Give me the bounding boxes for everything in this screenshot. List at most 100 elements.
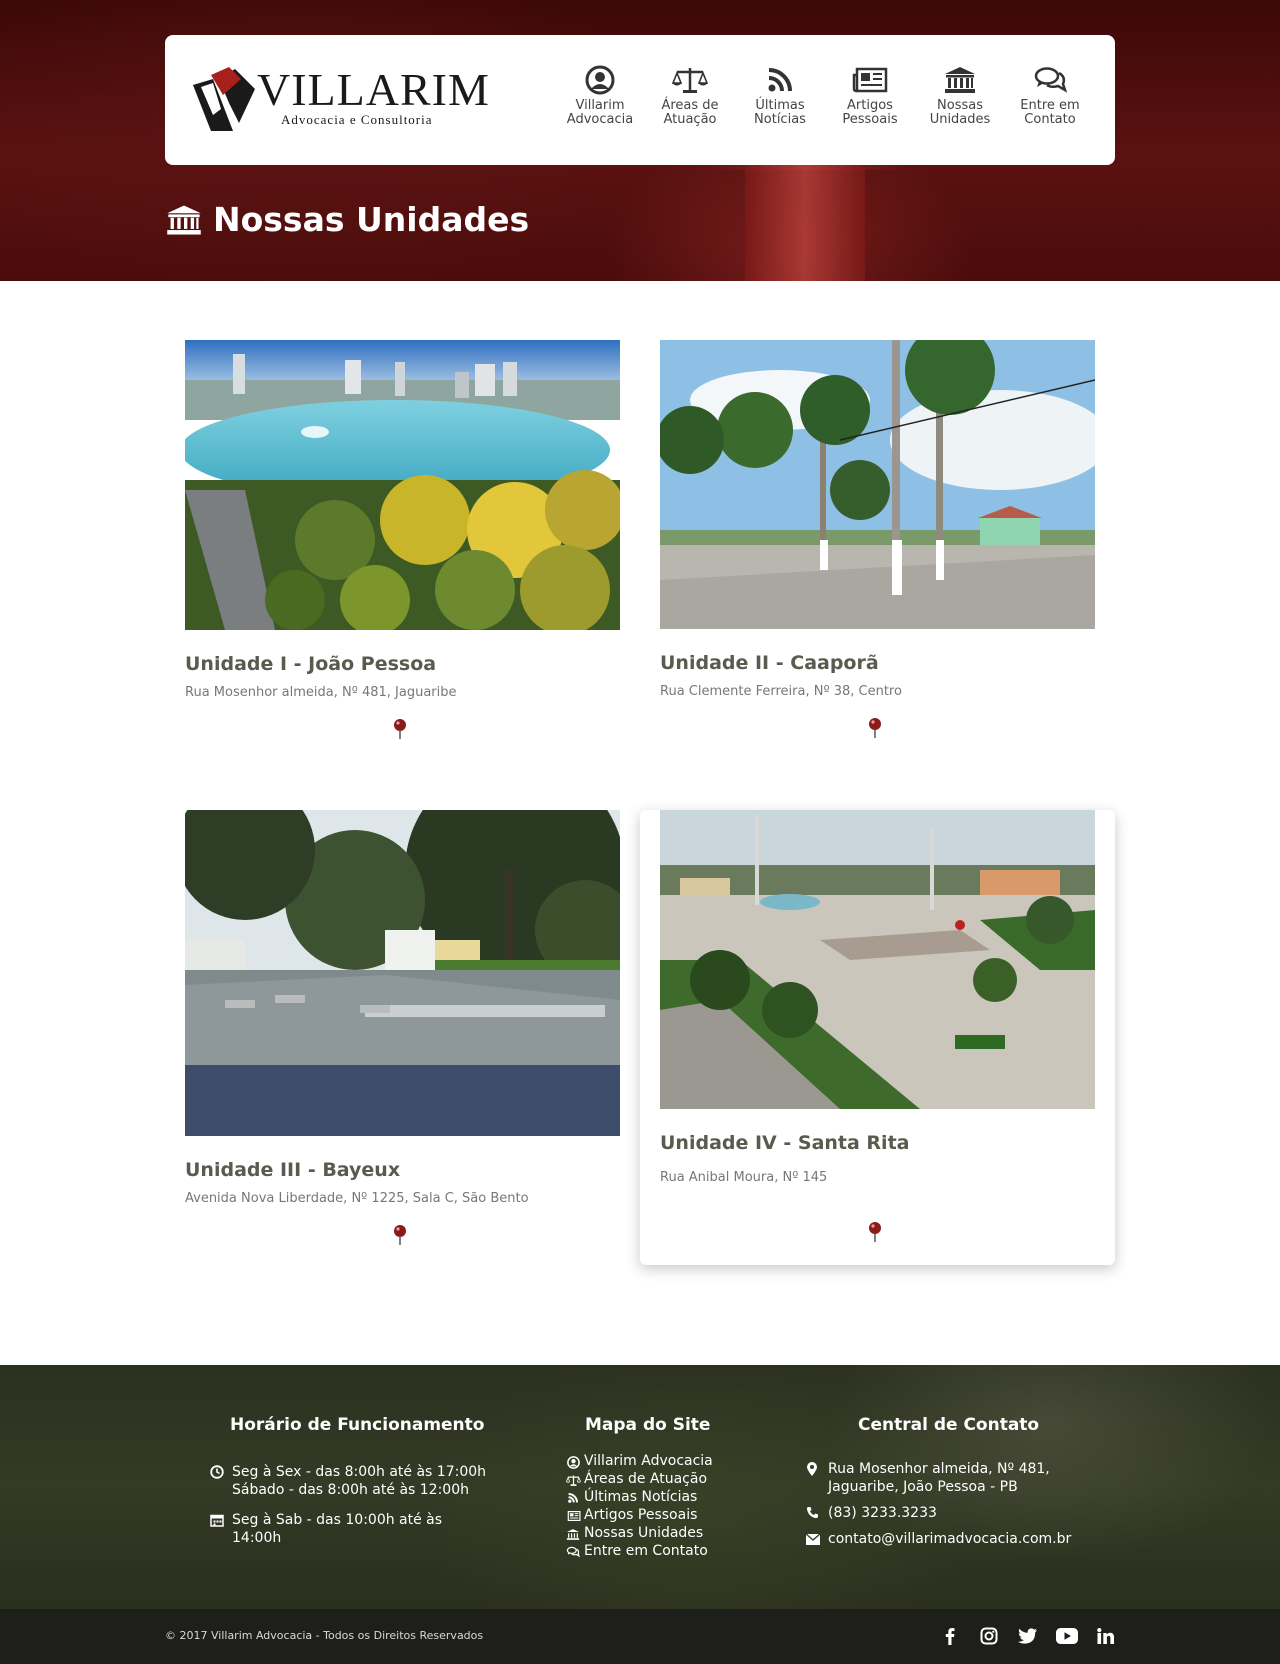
facebook-icon [945,1628,954,1645]
nav-label: Artigos Pessoais [842,98,898,127]
sitemap-item-villarim-advocacia[interactable]: Villarim Advocacia [562,1452,713,1470]
sitemap-label: Artigos Pessoais [584,1507,698,1523]
institution-icon [566,1528,580,1540]
contact-phone[interactable]: (83) 3233.3233 [806,1504,937,1524]
twitter-link[interactable] [1008,1625,1047,1647]
instagram-icon [980,1627,997,1645]
sitemap-item-nossas-unidades[interactable]: Nossas Unidades [562,1524,703,1542]
nav-item-areas-de-atuacao[interactable]: Áreas de Atuação [645,65,735,137]
villarim-logo-mark-icon [193,67,255,131]
unit-card-joao-pessoa: Unidade I - João Pessoa Rua Mosenhor alm… [185,340,620,739]
sitemap-label: Entre em Contato [584,1543,708,1559]
page-title: Nossas Unidades [165,198,529,242]
balance-scale-icon [672,68,708,93]
hours-weekday: Seg à Sex - das 8:00h até às 17:00h Sába… [210,1463,486,1499]
footer: Horário de Funcionamento Seg à Sex - das… [0,1365,1280,1609]
sitemap-label: Nossas Unidades [584,1525,704,1541]
newspaper-icon [567,1511,580,1521]
tree-square-photo[interactable] [185,810,620,1136]
map-pin-icon[interactable] [392,1224,408,1246]
linkedin-link[interactable] [1086,1625,1125,1647]
sitemap-list: Villarim Advocacia Áreas de Atuação Últi… [562,1452,713,1560]
sitemap-label: Áreas de Atuação [584,1471,708,1487]
calendar-icon [210,1514,224,1527]
unit-card-santa-rita[interactable]: Unidade IV - Santa Rita Rua Anibal Moura… [640,810,1115,1265]
twitter-icon [1018,1628,1037,1644]
newspaper-icon [852,67,888,93]
brand-name: VILLARIM [257,64,490,115]
unit-address: Rua Mosenhor almeida, Nº 481, Jaguaribe [185,685,457,700]
rss-icon [568,1493,578,1503]
hours-saturday-text: Seg à Sab - das 10:00h até às 14:00h [232,1512,443,1546]
brand-logo[interactable]: VILLARIM Advocacia e Consultoria [189,65,489,137]
user-circle-icon [585,65,615,95]
hours-weekday-text: Seg à Sex - das 8:00h até às 17:00h Sába… [232,1464,487,1498]
map-pin-icon[interactable] [392,718,408,740]
contact-email-text: contato@villarimadvocacia.com.br [828,1531,1072,1547]
comments-icon [566,1546,580,1558]
hero-banner: VILLARIM Advocacia e Consultoria Villari… [0,0,1280,281]
unit-name: Unidade II - Caaporã [660,652,879,674]
contact-address-text: Rua Mosenhor almeida, Nº 481, Jaguaribe,… [828,1461,1050,1495]
nav-item-artigos-pessoais[interactable]: Artigos Pessoais [825,65,915,137]
nav-label: Entre em Contato [1020,98,1080,127]
unit-card-bayeux: Unidade III - Bayeux Avenida Nova Liberd… [185,810,620,1245]
unit-address: Rua Anibal Moura, Nº 145 [660,1170,828,1185]
contact-address: Rua Mosenhor almeida, Nº 481, Jaguaribe,… [806,1460,1050,1496]
user-circle-icon [566,1455,580,1469]
nav-label: Villarim Advocacia [566,98,634,127]
page-title-text: Nossas Unidades [213,200,530,239]
unit-address: Avenida Nova Liberdade, Nº 1225, Sala C,… [185,1191,529,1206]
linkedin-icon [1097,1628,1114,1644]
clock-icon [210,1465,224,1479]
youtube-link[interactable] [1047,1625,1086,1647]
social-links [930,1625,1125,1647]
unit-name: Unidade III - Bayeux [185,1159,401,1181]
facebook-link[interactable] [930,1625,969,1647]
sitemap-label: Últimas Notícias [584,1489,698,1505]
map-pin-icon[interactable] [867,717,883,739]
unit-address: Rua Clemente Ferreira, Nº 38, Centro [660,684,902,699]
nav-item-nossas-unidades[interactable]: Nossas Unidades [915,65,1005,137]
instagram-link[interactable] [969,1625,1008,1647]
nav-label: Últimas Notícias [754,98,806,127]
contact-phone-text: (83) 3233.3233 [828,1505,937,1521]
comments-icon [1034,67,1067,93]
bottom-bar: © 2017 Villarim Advocacia - Todos os Dir… [0,1609,1280,1664]
map-pin-icon[interactable] [867,1221,883,1243]
unit-name: Unidade IV - Santa Rita [660,1132,910,1154]
nav-label: Nossas Unidades [929,98,991,127]
unit-name: Unidade I - João Pessoa [185,653,437,675]
contact-email[interactable]: contato@villarimadvocacia.com.br [805,1530,1072,1550]
palm-tree-plaza-photo[interactable] [660,340,1095,629]
main-nav: Villarim Advocacia Áreas de Atuação Últi… [555,65,1095,137]
institution-icon [945,67,975,93]
unit-card-caapora: Unidade II - Caaporã Rua Clemente Ferrei… [660,340,1095,738]
sitemap-item-areas-de-atuacao[interactable]: Áreas de Atuação [562,1470,707,1488]
envelope-icon [805,1533,821,1545]
sitemap-item-ultimas-noticias[interactable]: Últimas Notícias [562,1488,697,1506]
nav-item-ultimas-noticias[interactable]: Últimas Notícias [735,65,825,137]
gavel-background-shape [745,150,865,281]
hours-saturday: Seg à Sab - das 10:00h até às 14:00h [210,1511,442,1547]
balance-scale-icon [565,1475,581,1486]
institution-icon [167,205,201,235]
hours-title: Horário de Funcionamento [230,1415,485,1435]
rss-icon [768,68,792,92]
contact-title: Central de Contato [858,1415,1040,1435]
copyright-text: © 2017 Villarim Advocacia - Todos os Dir… [165,1629,484,1642]
sitemap-label: Villarim Advocacia [584,1453,713,1469]
sitemap-item-entre-em-contato[interactable]: Entre em Contato [562,1542,708,1560]
nav-item-villarim-advocacia[interactable]: Villarim Advocacia [555,65,645,137]
sitemap-item-artigos-pessoais[interactable]: Artigos Pessoais [562,1506,697,1524]
sitemap-title: Mapa do Site [585,1415,711,1435]
lake-park-city-photo[interactable] [185,340,620,630]
header-navbar: VILLARIM Advocacia e Consultoria Villari… [165,35,1115,165]
youtube-icon [1055,1628,1078,1644]
brand-tagline: Advocacia e Consultoria [281,112,433,127]
map-marker-icon [807,1462,817,1476]
phone-icon [806,1507,818,1519]
nav-label: Áreas de Atuação [661,98,719,127]
paved-plaza-photo[interactable] [660,810,1095,1109]
nav-item-entre-em-contato[interactable]: Entre em Contato [1005,65,1095,137]
